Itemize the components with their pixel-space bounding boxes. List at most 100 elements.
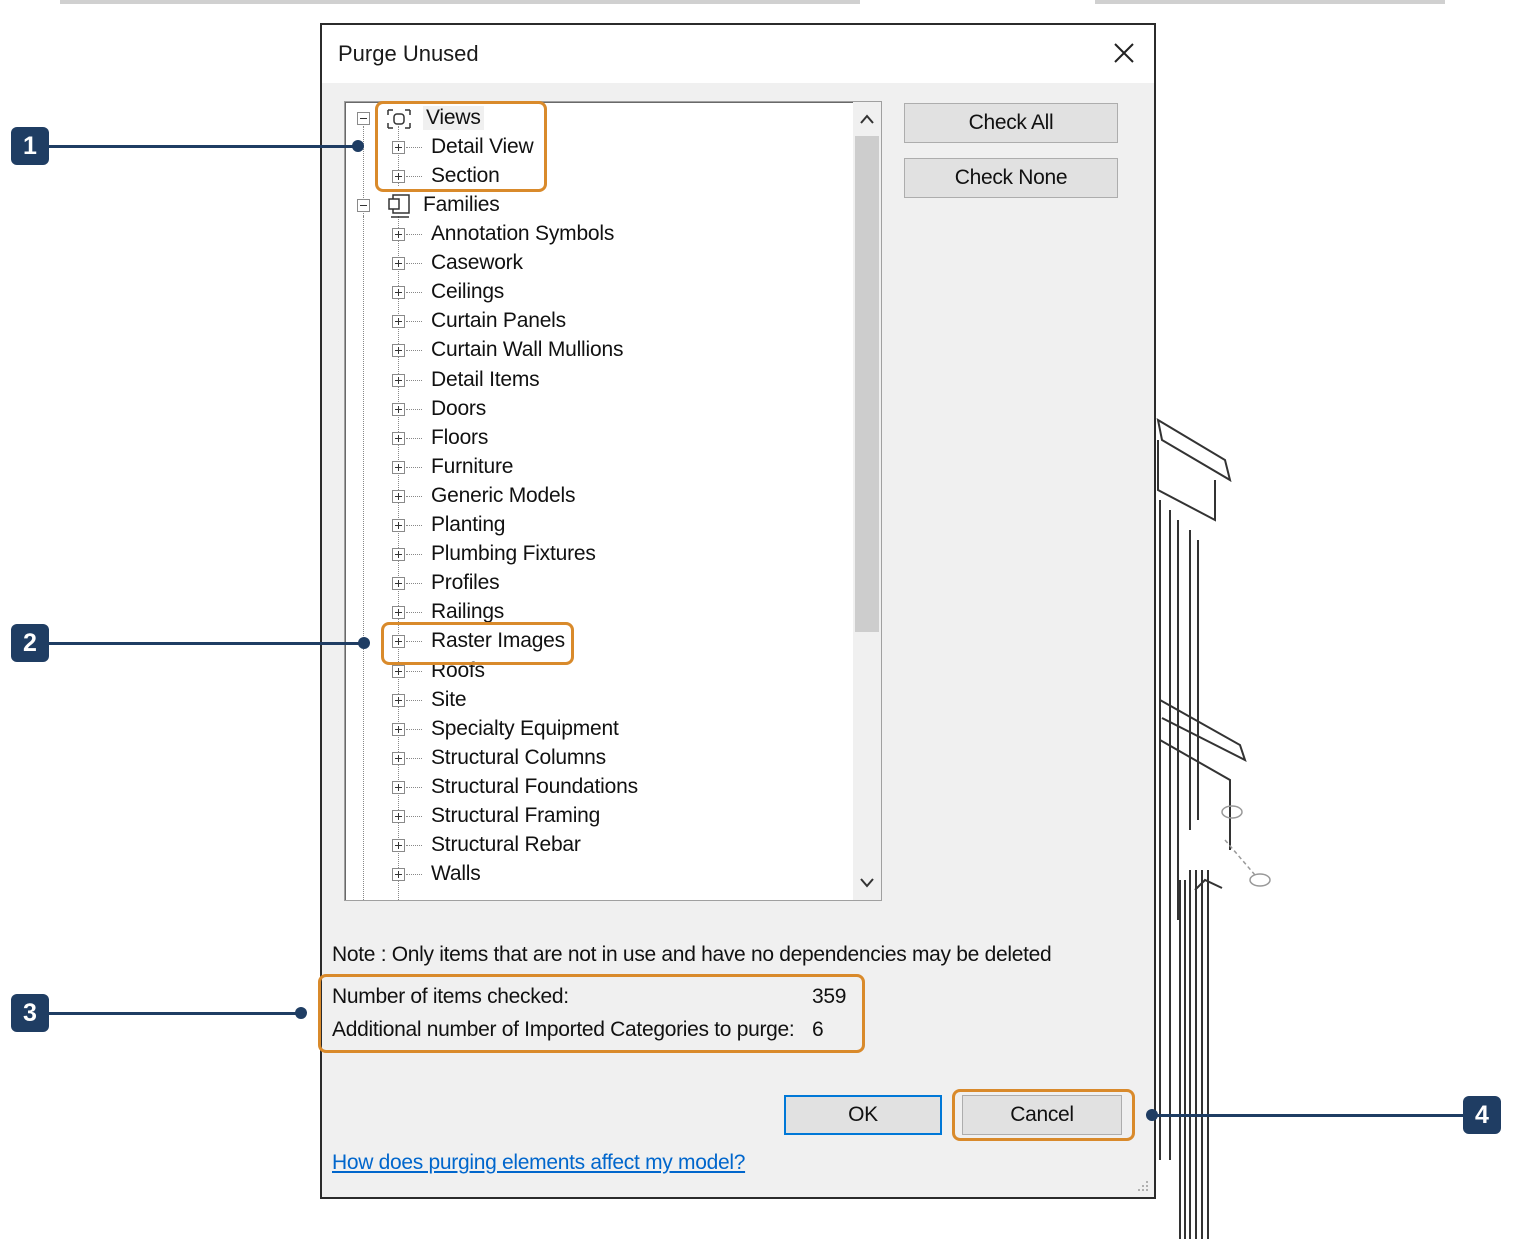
expand-icon[interactable]	[392, 722, 405, 736]
tree-connector	[406, 583, 422, 585]
expand-icon[interactable]	[392, 257, 405, 271]
close-button[interactable]	[1106, 35, 1142, 71]
tree-node-label: Structural Columns	[431, 745, 606, 769]
tree-node-curtain-panels[interactable]: Curtain Panels	[345, 307, 845, 336]
tree-connector	[406, 350, 422, 352]
tree-node-annotation-symbols[interactable]: Annotation Symbols	[345, 220, 845, 249]
tree-node-site[interactable]: Site	[345, 686, 845, 715]
tree-node-label: Doors	[431, 396, 487, 420]
tree-node-label: Curtain Wall Mullions	[431, 338, 624, 362]
scroll-thumb[interactable]	[855, 136, 879, 632]
resize-grip-icon[interactable]	[1136, 1179, 1150, 1193]
tree-node-profiles[interactable]: Profiles	[345, 569, 845, 598]
tree-node-casework[interactable]: Casework	[345, 249, 845, 278]
highlight-stats	[318, 974, 865, 1053]
tree-connector	[406, 786, 422, 788]
expand-icon[interactable]	[392, 868, 405, 882]
tree-node-structural-foundations[interactable]: Structural Foundations	[345, 773, 845, 802]
tree-node-curtain-wall-mullions[interactable]: Curtain Wall Mullions	[345, 336, 845, 365]
ok-button[interactable]: OK	[784, 1095, 942, 1135]
tree-node-label: Generic Models	[431, 483, 576, 507]
tree-node-label: Plumbing Fixtures	[431, 542, 596, 566]
expand-icon[interactable]	[392, 286, 405, 300]
tree-connector	[406, 234, 422, 235]
expand-icon[interactable]	[392, 519, 405, 532]
tree-connector	[406, 670, 422, 672]
tree-node-label: Specialty Equipment	[431, 716, 619, 740]
highlight-cancel	[952, 1089, 1135, 1141]
expand-icon[interactable]	[392, 431, 405, 445]
tree-connector	[406, 874, 422, 876]
tree-node-doors[interactable]: Doors	[345, 395, 845, 424]
expand-icon[interactable]	[392, 402, 405, 416]
tree-node-detail-items[interactable]: Detail Items	[345, 366, 845, 395]
tree-node-floors[interactable]: Floors	[345, 424, 845, 453]
tree-connector	[406, 292, 422, 294]
scroll-up-icon[interactable]	[853, 104, 881, 134]
tree-node-label: Walls	[431, 862, 481, 886]
expand-icon[interactable]	[392, 751, 405, 765]
expand-icon[interactable]	[392, 780, 405, 794]
tree-node-specialty-equipment[interactable]: Specialty Equipment	[345, 715, 845, 744]
highlight-views	[375, 101, 547, 192]
tree-connector	[406, 466, 422, 468]
tree-node-label: Ceilings	[431, 280, 505, 304]
expand-icon[interactable]	[392, 839, 405, 853]
tree-connector	[406, 379, 422, 381]
dialog-title: Purge Unused	[338, 41, 479, 66]
tree-node-planting[interactable]: Planting	[345, 511, 845, 540]
title-bar: Purge Unused	[322, 25, 1154, 83]
background-bar	[1095, 0, 1445, 4]
expand-icon[interactable]	[392, 810, 405, 823]
tree-scrollbar[interactable]	[853, 102, 881, 900]
collapse-icon[interactable]	[357, 199, 370, 212]
tree-node-structural-columns[interactable]: Structural Columns	[345, 744, 845, 773]
tree-node-walls[interactable]: Walls	[345, 860, 845, 889]
expand-icon[interactable]	[392, 344, 405, 358]
tree-node-furniture[interactable]: Furniture	[345, 453, 845, 482]
callout-dot-4	[1146, 1109, 1158, 1121]
collapse-icon[interactable]	[357, 112, 370, 125]
tree-node-label: Casework	[431, 251, 523, 275]
expand-icon[interactable]	[392, 577, 405, 591]
tree-node-label: Structural Foundations	[431, 774, 638, 798]
tree-node-label: Railings	[431, 600, 505, 624]
purge-tree[interactable]: Views Detail View Section Families Annot…	[344, 101, 882, 901]
tree-node-label: Curtain Panels	[431, 309, 566, 333]
callout-line-4	[1152, 1114, 1463, 1117]
expand-icon[interactable]	[392, 228, 405, 241]
callout-line-2	[49, 642, 363, 645]
check-none-button[interactable]: Check None	[904, 158, 1118, 198]
tree-node-families[interactable]: Families	[345, 191, 845, 220]
tree-connector	[406, 408, 422, 410]
callout-line-1	[49, 145, 357, 148]
expand-icon[interactable]	[392, 315, 405, 329]
tree-connector	[406, 437, 422, 439]
callout-badge-3: 3	[11, 994, 49, 1032]
tree-node-generic-models[interactable]: Generic Models	[345, 482, 845, 511]
tree-connector	[406, 321, 422, 323]
expand-icon[interactable]	[392, 489, 405, 503]
expand-icon[interactable]	[392, 664, 405, 678]
tree-node-structural-rebar[interactable]: Structural Rebar	[345, 831, 845, 860]
expand-icon[interactable]	[392, 373, 405, 387]
tree-connector	[406, 525, 422, 526]
expand-icon[interactable]	[392, 460, 405, 474]
purge-note: Note : Only items that are not in use an…	[332, 943, 1052, 966]
tree-connector	[406, 263, 422, 265]
scroll-down-icon[interactable]	[853, 868, 881, 898]
families-icon	[388, 194, 410, 218]
check-all-button[interactable]: Check All	[904, 103, 1118, 143]
expand-icon[interactable]	[392, 606, 405, 620]
tree-node-ceilings[interactable]: Ceilings	[345, 278, 845, 307]
help-link[interactable]: How does purging elements affect my mode…	[332, 1151, 745, 1175]
tree-connector	[406, 845, 422, 847]
callout-dot-3	[295, 1007, 307, 1019]
tree-connector	[406, 612, 422, 614]
expand-icon[interactable]	[392, 548, 405, 562]
tree-node-label: Annotation Symbols	[431, 222, 615, 245]
expand-icon[interactable]	[392, 693, 405, 707]
tree-node-structural-framing[interactable]: Structural Framing	[345, 802, 845, 831]
tree-node-plumbing-fixtures[interactable]: Plumbing Fixtures	[345, 540, 845, 569]
tree-node-label: Profiles	[431, 571, 500, 595]
